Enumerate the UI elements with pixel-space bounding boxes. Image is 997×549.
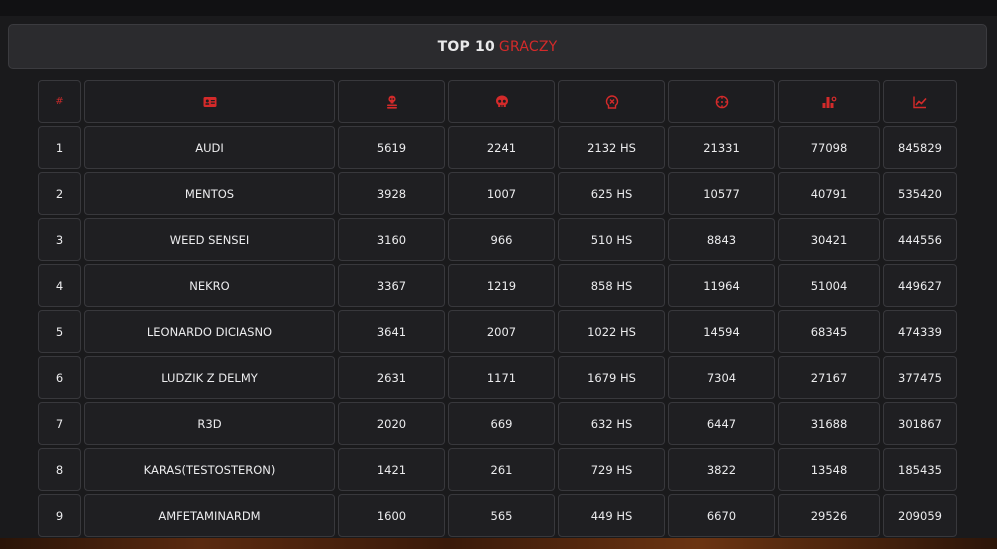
cell-damage: 77098	[778, 126, 880, 169]
cell-points: 301867	[883, 402, 957, 445]
cell-deaths: 2241	[448, 126, 555, 169]
cell-player-name: AMFETAMINARDM	[84, 494, 335, 537]
cell-deaths: 669	[448, 402, 555, 445]
cell-headshots: 1022 HS	[558, 310, 665, 353]
cell-player-name: LEONARDO DICIASNO	[84, 310, 335, 353]
skull-icon	[494, 94, 510, 110]
cell-kills: 3928	[338, 172, 445, 215]
chart-line-icon	[912, 94, 928, 110]
cell-headshots: 1679 HS	[558, 356, 665, 399]
cell-deaths: 1219	[448, 264, 555, 307]
cell-points: 185435	[883, 448, 957, 491]
cell-rank: 2	[38, 172, 81, 215]
skull-crossbones-icon	[384, 94, 400, 110]
cell-damage: 27167	[778, 356, 880, 399]
cell-player-name: WEED SENSEI	[84, 218, 335, 261]
column-header-rank[interactable]: #	[38, 80, 81, 123]
background-image-strip	[0, 538, 997, 549]
headshot-icon	[604, 94, 620, 110]
page-title: TOP 10	[437, 38, 495, 55]
column-header-deaths[interactable]	[448, 80, 555, 123]
cell-damage: 40791	[778, 172, 880, 215]
cell-player-name: NEKRO	[84, 264, 335, 307]
hash-label: #	[55, 96, 64, 107]
cell-damage: 31688	[778, 402, 880, 445]
cell-points: 377475	[883, 356, 957, 399]
page-header: TOP 10 GRACZY	[8, 24, 987, 69]
cell-player-name: AUDI	[84, 126, 335, 169]
cell-damage: 13548	[778, 448, 880, 491]
column-header-points[interactable]	[883, 80, 957, 123]
cell-headshots: 632 HS	[558, 402, 665, 445]
cell-rank: 6	[38, 356, 81, 399]
page-title-accent: GRACZY	[498, 38, 558, 55]
column-header-player-name[interactable]	[84, 80, 335, 123]
cell-player-name: KARAS(TESTOSTERON)	[84, 448, 335, 491]
cell-kills: 3641	[338, 310, 445, 353]
cell-kills: 2631	[338, 356, 445, 399]
cell-points: 209059	[883, 494, 957, 537]
cell-rank: 9	[38, 494, 81, 537]
cell-deaths: 261	[448, 448, 555, 491]
damage-icon	[821, 94, 837, 110]
cell-damage: 51004	[778, 264, 880, 307]
cell-player-name: LUDZIK Z DELMY	[84, 356, 335, 399]
cell-shots: 11964	[668, 264, 775, 307]
column-header-damage[interactable]	[778, 80, 880, 123]
cell-damage: 68345	[778, 310, 880, 353]
cell-shots: 10577	[668, 172, 775, 215]
cell-points: 845829	[883, 126, 957, 169]
cell-deaths: 2007	[448, 310, 555, 353]
cell-headshots: 625 HS	[558, 172, 665, 215]
cell-kills: 2020	[338, 402, 445, 445]
cell-shots: 8843	[668, 218, 775, 261]
cell-headshots: 729 HS	[558, 448, 665, 491]
top-bar	[0, 0, 997, 16]
cell-damage: 30421	[778, 218, 880, 261]
cell-kills: 5619	[338, 126, 445, 169]
cell-headshots: 858 HS	[558, 264, 665, 307]
cell-kills: 3160	[338, 218, 445, 261]
cell-player-name: R3D	[84, 402, 335, 445]
cell-rank: 3	[38, 218, 81, 261]
cell-shots: 6670	[668, 494, 775, 537]
cell-kills: 1600	[338, 494, 445, 537]
cell-headshots: 449 HS	[558, 494, 665, 537]
column-header-shots[interactable]	[668, 80, 775, 123]
cell-points: 535420	[883, 172, 957, 215]
cell-deaths: 1007	[448, 172, 555, 215]
cell-shots: 21331	[668, 126, 775, 169]
column-header-headshots[interactable]	[558, 80, 665, 123]
cell-kills: 1421	[338, 448, 445, 491]
cell-shots: 14594	[668, 310, 775, 353]
cell-points: 444556	[883, 218, 957, 261]
cell-rank: 4	[38, 264, 81, 307]
cell-damage: 29526	[778, 494, 880, 537]
cell-kills: 3367	[338, 264, 445, 307]
cell-shots: 7304	[668, 356, 775, 399]
id-card-icon	[202, 94, 218, 110]
column-header-kills[interactable]	[338, 80, 445, 123]
cell-shots: 6447	[668, 402, 775, 445]
cell-deaths: 565	[448, 494, 555, 537]
cell-rank: 7	[38, 402, 81, 445]
cell-points: 474339	[883, 310, 957, 353]
cell-points: 449627	[883, 264, 957, 307]
crosshair-icon	[714, 94, 730, 110]
cell-headshots: 510 HS	[558, 218, 665, 261]
cell-headshots: 2132 HS	[558, 126, 665, 169]
cell-shots: 3822	[668, 448, 775, 491]
cell-deaths: 966	[448, 218, 555, 261]
cell-rank: 8	[38, 448, 81, 491]
cell-player-name: MENTOS	[84, 172, 335, 215]
cell-deaths: 1171	[448, 356, 555, 399]
cell-rank: 1	[38, 126, 81, 169]
cell-rank: 5	[38, 310, 81, 353]
